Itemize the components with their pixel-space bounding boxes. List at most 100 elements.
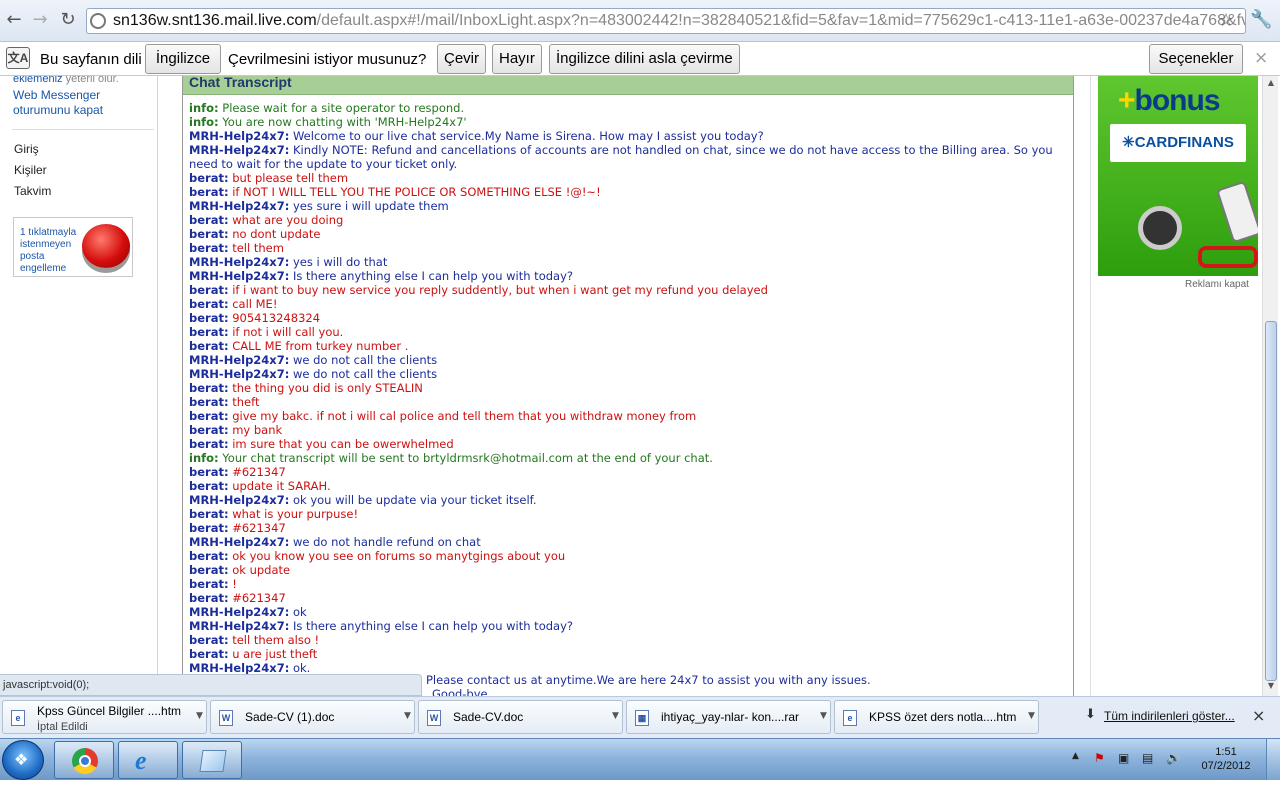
- download-filename: KPSS özet ders notla....htm: [869, 710, 1017, 724]
- sidebar-item-home[interactable]: Giriş: [14, 142, 39, 156]
- chat-text: ok.: [292, 661, 311, 675]
- chat-message: berat: !: [189, 577, 1067, 591]
- ad-bonus-logo: +bonus: [1118, 84, 1221, 118]
- chevron-down-icon[interactable]: ▼: [820, 711, 827, 721]
- chat-text: ok you will be update via your ticket it…: [292, 493, 537, 507]
- forward-arrow-icon[interactable]: →: [28, 8, 52, 32]
- chat-speaker: berat:: [189, 633, 229, 647]
- scrollbar-thumb[interactable]: [1265, 321, 1277, 681]
- chat-message: info: You are now chatting with 'MRH-Hel…: [189, 115, 1067, 129]
- show-desktop-button[interactable]: [1266, 739, 1280, 781]
- chat-speaker: MRH-Help24x7:: [189, 535, 290, 549]
- chat-message: MRH-Help24x7: Welcome to our live chat s…: [189, 129, 1067, 143]
- sidebar-item-contacts[interactable]: Kişiler: [14, 163, 47, 177]
- signout-messenger-link[interactable]: oturumunu kapat: [13, 103, 103, 117]
- chat-text: #621347: [232, 591, 286, 605]
- watch-image: [1138, 206, 1182, 250]
- spam-block-promo[interactable]: 1 tıklatmayla istenmeyen posta engelleme: [13, 217, 133, 277]
- advertisement[interactable]: +bonus ✳CARDFINANS: [1098, 76, 1258, 276]
- ad-column: +bonus ✳CARDFINANS Reklamı kapat: [1090, 76, 1262, 696]
- chat-transcript-header: Chat Transcript: [183, 76, 1073, 95]
- taskbar-notepad[interactable]: [182, 741, 242, 779]
- page-scrollbar[interactable]: ▲ ▼: [1262, 76, 1278, 696]
- back-arrow-icon[interactable]: ←: [2, 8, 26, 32]
- sidebar-note-link[interactable]: eklemeniz: [13, 76, 63, 85]
- chat-closing-line: Please contact us at anytime.We are here…: [426, 673, 871, 687]
- chat-speaker: MRH-Help24x7:: [189, 255, 290, 269]
- taskbar-chrome[interactable]: [54, 741, 114, 779]
- download-filename: Sade-CV (1).doc: [245, 710, 335, 724]
- system-clock[interactable]: 1:51 07/2/2012: [1196, 745, 1256, 773]
- sidebar-item-calendar[interactable]: Takvim: [14, 184, 51, 198]
- close-icon[interactable]: ×: [1252, 706, 1265, 725]
- tray-expand-icon[interactable]: ▲: [1072, 751, 1079, 761]
- chat-message: MRH-Help24x7: ok you will be update via …: [189, 493, 1067, 507]
- chat-text: we do not call the clients: [292, 353, 438, 367]
- chat-text: theft: [232, 395, 260, 409]
- device-icon[interactable]: ▣: [1118, 751, 1129, 765]
- download-item[interactable]: ▦ ihtiyaç_yay-nlar- kon....rar ▼: [626, 700, 831, 734]
- start-button[interactable]: ❖: [2, 740, 44, 780]
- options-button[interactable]: Seçenekler ▼: [1149, 44, 1243, 93]
- chat-text: give my bakc. if not i will cal police a…: [232, 409, 697, 423]
- gutter: [158, 76, 182, 696]
- chat-text: no dont update: [232, 227, 321, 241]
- download-filename: ihtiyaç_yay-nlar- kon....rar: [661, 710, 800, 724]
- chevron-down-icon[interactable]: ▼: [404, 711, 411, 721]
- close-ad-link[interactable]: Reklamı kapat: [1185, 279, 1249, 290]
- translate-button[interactable]: Çevir: [437, 44, 487, 74]
- chat-speaker: berat:: [189, 563, 229, 577]
- url-host: sn136w.snt136.mail.live.com: [113, 12, 317, 29]
- chat-message: MRH-Help24x7: we do not handle refund on…: [189, 535, 1067, 549]
- translate-question: Çevrilmesini istiyor musunuz?: [228, 51, 427, 68]
- doc-file-icon: W: [219, 710, 233, 726]
- chat-message: berat: tell them also !: [189, 633, 1067, 647]
- chat-message: berat: ok update: [189, 563, 1067, 577]
- download-item[interactable]: e Kpss Güncel Bilgiler ....htm İptal Edild…: [2, 700, 207, 734]
- flag-icon[interactable]: ⚑: [1094, 751, 1105, 765]
- options-label: Seçenekler: [1158, 50, 1234, 67]
- browser-toolbar: ← → ↻ sn136w.snt136.mail.live.com/defaul…: [0, 0, 1280, 42]
- chat-message: berat: #621347: [189, 521, 1067, 535]
- taskbar-ie[interactable]: e: [118, 741, 178, 779]
- wrench-icon[interactable]: 🔧: [1250, 9, 1272, 30]
- chat-speaker: berat:: [189, 507, 229, 521]
- no-translate-button[interactable]: Hayır: [492, 44, 542, 74]
- volume-icon[interactable]: 🔊: [1166, 751, 1181, 765]
- never-translate-button[interactable]: İngilizce dilini asla çevirme: [549, 44, 740, 74]
- star-icon[interactable]: ☆: [1218, 10, 1234, 31]
- chat-log: info: Please wait for a site operator to…: [183, 97, 1073, 696]
- web-messenger-link[interactable]: Web Messenger: [13, 88, 100, 102]
- chat-text: Kindly NOTE: Refund and cancellations of…: [189, 143, 1053, 171]
- chat-text: im sure that you can be owerwhelmed: [232, 437, 454, 451]
- chat-speaker: berat:: [189, 213, 229, 227]
- show-all-downloads-link[interactable]: Tüm indirilenleri göster...: [1104, 709, 1235, 723]
- network-icon[interactable]: ▤: [1142, 751, 1153, 765]
- chat-text: ok: [292, 605, 307, 619]
- language-select[interactable]: İngilizce ▼: [145, 44, 221, 93]
- chevron-down-icon[interactable]: ▼: [1028, 711, 1035, 721]
- chat-speaker: berat:: [189, 339, 229, 353]
- scroll-down-icon[interactable]: ▼: [1265, 681, 1277, 693]
- close-icon[interactable]: ×: [1254, 48, 1268, 68]
- download-item[interactable]: W Sade-CV (1).doc ▼: [210, 700, 415, 734]
- chat-message: berat: ok you know you see on forums so …: [189, 549, 1067, 563]
- translate-bar: 文A Bu sayfanın dili İngilizce ▼ Çevrilme…: [0, 42, 1280, 93]
- reload-icon[interactable]: ↻: [56, 8, 80, 32]
- scroll-up-icon[interactable]: ▲: [1265, 78, 1277, 90]
- chat-transcript-title: Chat Transcript: [189, 76, 292, 90]
- chat-text: Welcome to our live chat service.My Name…: [292, 129, 764, 143]
- page-content: eklemeniz yeterli olur. Web Messenger ot…: [0, 76, 1280, 696]
- chat-speaker: berat:: [189, 311, 229, 325]
- chat-speaker: berat:: [189, 395, 229, 409]
- globe-icon: [90, 13, 106, 29]
- download-item[interactable]: e KPSS özet ders notla....htm ▼: [834, 700, 1039, 734]
- chat-speaker: berat:: [189, 409, 229, 423]
- chevron-down-icon[interactable]: ▼: [612, 711, 619, 721]
- download-item[interactable]: W Sade-CV.doc ▼: [418, 700, 623, 734]
- chevron-down-icon[interactable]: ▼: [196, 711, 203, 721]
- chat-text: ok update: [232, 563, 291, 577]
- address-bar[interactable]: sn136w.snt136.mail.live.com/default.aspx…: [86, 8, 1246, 34]
- chat-text: 905413248324: [232, 311, 321, 325]
- chat-speaker: berat:: [189, 185, 229, 199]
